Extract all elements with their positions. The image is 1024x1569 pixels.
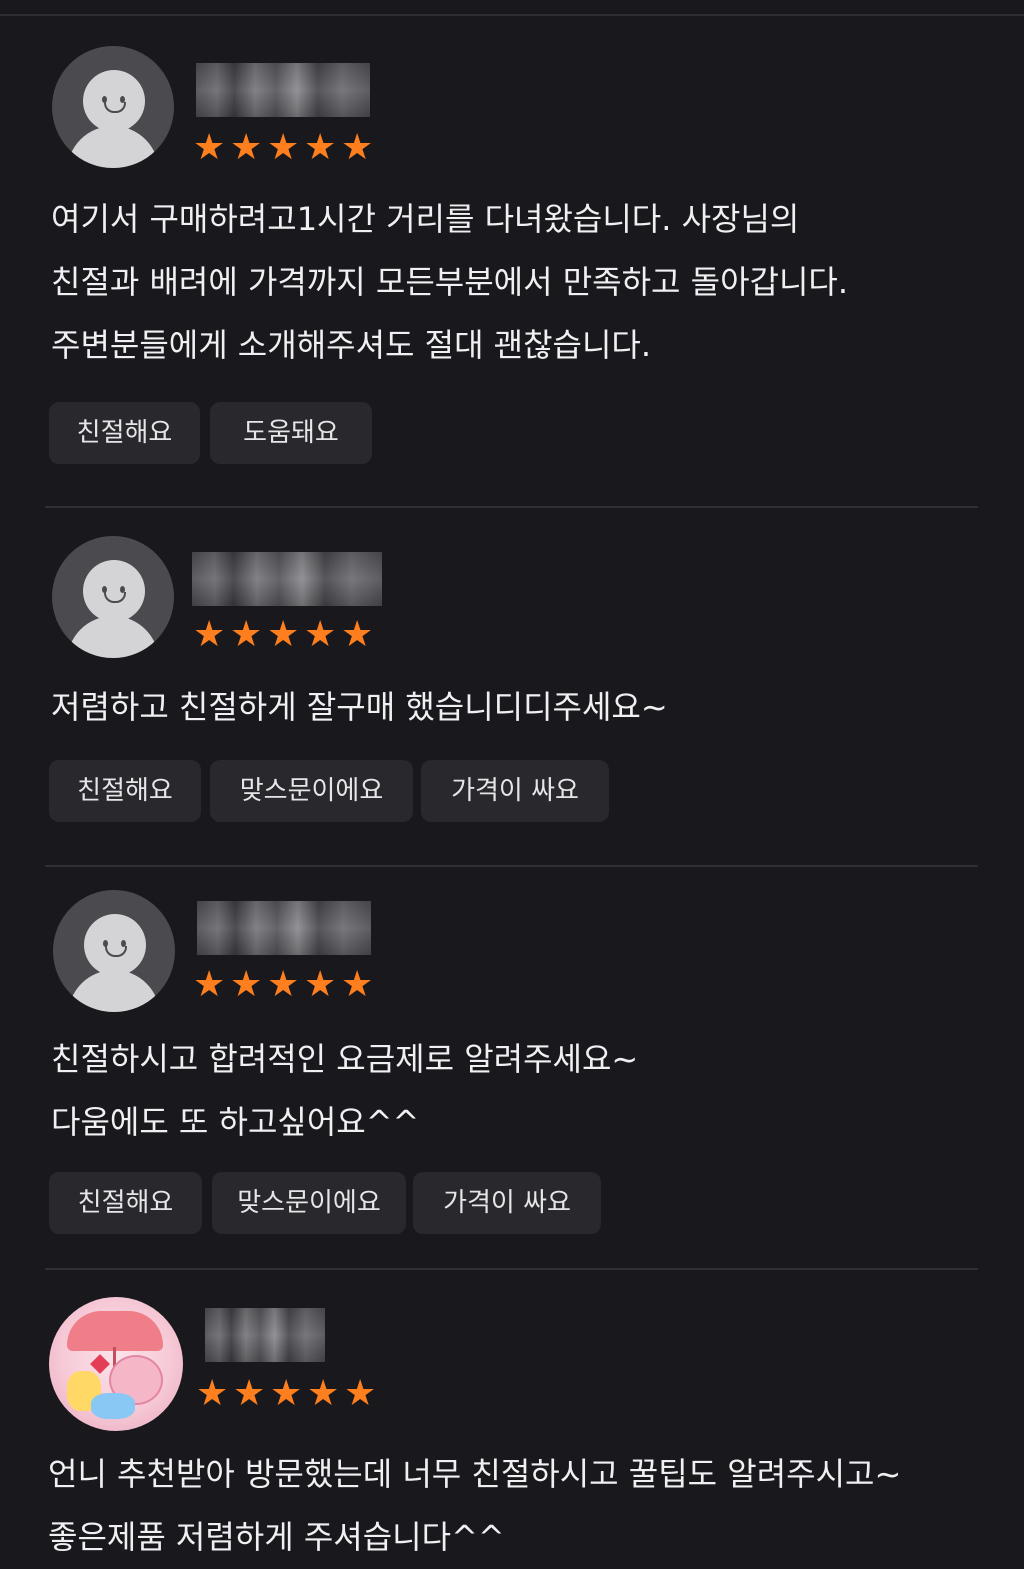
review-text-line: 주변분들에게 소개해주셔도 절대 괜찮습니다. (51, 326, 652, 364)
review-text: 친절하시고 합려적인 요금제로 알려주세요~ 다움에도 또 하고싶어요^^ (51, 1028, 638, 1154)
tag-kind[interactable]: 친절해요 (49, 760, 201, 822)
reviewer-name-blurred (192, 552, 382, 606)
review-text-line: 친절하시고 합려적인 요금제로 알려주세요~ (51, 1040, 639, 1078)
review-text-line: 언니 추천받아 방문했는데 너무 친절하시고 꿀팁도 알려주시고~ (48, 1455, 902, 1493)
review-text-line: 저렴하고 친절하게 잘구매 했습니디디주세요~ (51, 688, 668, 726)
review-text: 저렴하고 친절하게 잘구매 했습니디디주세요~ (51, 676, 668, 739)
star-icon: ★ (193, 127, 226, 168)
star-rating: ★ ★ ★ ★ ★ (196, 1373, 381, 1414)
tag-kind[interactable]: 친절해요 (49, 402, 200, 464)
star-icon: ★ (304, 964, 337, 1005)
review-text: 여기서 구매하려고1시간 거리를 다녀왔습니다. 사장님의 친절과 배려에 가격… (51, 188, 848, 377)
reviewer-name-blurred (205, 1308, 325, 1362)
star-icon: ★ (270, 1373, 303, 1414)
reviewer-name-blurred (196, 63, 370, 117)
tag-fit[interactable]: 맞스문이에요 (212, 1172, 406, 1234)
tag-cheap[interactable]: 가격이 싸요 (413, 1172, 601, 1234)
review-text-line: 좋은제품 저렴하게 주셔습니다^^ (48, 1518, 505, 1556)
reviewer-name-blurred (197, 901, 371, 955)
avatar-icon[interactable] (52, 46, 174, 168)
tag-helpful[interactable]: 도움돼요 (210, 402, 372, 464)
tag-kind[interactable]: 친절해요 (49, 1172, 202, 1234)
star-icon: ★ (307, 1373, 340, 1414)
avatar-icon[interactable] (52, 536, 174, 658)
star-icon: ★ (230, 964, 263, 1005)
star-icon: ★ (304, 127, 337, 168)
top-divider (0, 14, 1024, 16)
star-icon: ★ (230, 127, 263, 168)
review-text-line: 여기서 구매하려고1시간 거리를 다녀왔습니다. 사장님의 (51, 200, 800, 238)
review-divider (45, 1268, 978, 1270)
review-text-line: 다움에도 또 하고싶어요^^ (51, 1103, 420, 1141)
star-icon: ★ (196, 1373, 229, 1414)
star-icon: ★ (267, 964, 300, 1005)
review-divider (45, 865, 978, 867)
star-rating: ★ ★ ★ ★ ★ (193, 127, 378, 168)
star-rating: ★ ★ ★ ★ ★ (193, 964, 378, 1005)
star-icon: ★ (341, 614, 374, 655)
star-icon: ★ (193, 614, 226, 655)
star-rating: ★ ★ ★ ★ ★ (193, 614, 378, 655)
star-icon: ★ (341, 127, 374, 168)
review-text-line: 친절과 배려에 가격까지 모든부분에서 만족하고 돌아갑니다. (51, 263, 849, 301)
review-text: 언니 추천받아 방문했는데 너무 친절하시고 꿀팁도 알려주시고~ 좋은제품 저… (48, 1443, 901, 1569)
star-icon: ★ (233, 1373, 266, 1414)
star-icon: ★ (267, 614, 300, 655)
star-icon: ★ (344, 1373, 377, 1414)
tag-fit[interactable]: 맞스문이에요 (210, 760, 413, 822)
star-icon: ★ (230, 614, 263, 655)
avatar-icon[interactable] (53, 890, 175, 1012)
tag-cheap[interactable]: 가격이 싸요 (421, 760, 609, 822)
star-icon: ★ (267, 127, 300, 168)
review-divider (45, 506, 978, 508)
star-icon: ★ (341, 964, 374, 1005)
star-icon: ★ (193, 964, 226, 1005)
avatar-image[interactable] (49, 1297, 183, 1431)
star-icon: ★ (304, 614, 337, 655)
